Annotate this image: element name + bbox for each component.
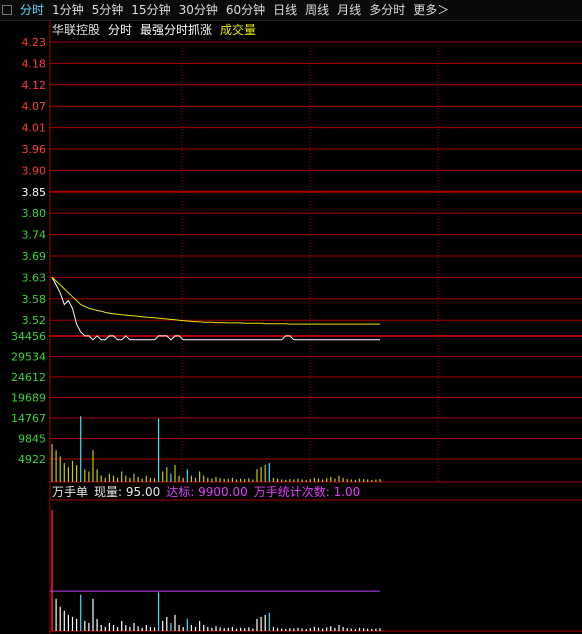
intraday-chart[interactable]: 4.23 4.18 4.12 4.07 4.01 3.96 3.90 3.85 3.80 3.74…	[0, 0, 582, 634]
price-tick-label: 4.23	[22, 36, 47, 49]
price-tick-label: 3.58	[22, 293, 47, 306]
price-tick-label: 3.52	[22, 314, 47, 327]
price-tick-label: 3.74	[22, 229, 47, 242]
volume-tick-label: 34456	[11, 330, 46, 343]
price-line	[51, 276, 380, 341]
volume-tick-label: 9845	[18, 433, 46, 446]
volume-tick-label: 14767	[11, 412, 46, 425]
volume-tick-label: 29534	[11, 351, 46, 364]
price-tick-label: 3.69	[22, 250, 47, 263]
price-tick-label: 4.01	[22, 122, 47, 135]
volume-tick-label: 19689	[11, 392, 46, 405]
price-tick-label: 3.63	[22, 271, 47, 284]
price-tick-label: 3.85	[22, 186, 47, 199]
volume-tick-label: 24612	[11, 371, 46, 384]
volume-tick-label: 4922	[18, 453, 46, 466]
price-tick-label: 4.07	[22, 100, 47, 113]
price-tick-label: 3.90	[22, 164, 47, 177]
price-tick-label: 4.12	[22, 79, 47, 92]
average-price-line	[51, 276, 380, 325]
price-tick-label: 3.80	[22, 207, 47, 220]
price-tick-label: 3.96	[22, 143, 47, 156]
price-tick-label: 4.18	[22, 57, 47, 70]
